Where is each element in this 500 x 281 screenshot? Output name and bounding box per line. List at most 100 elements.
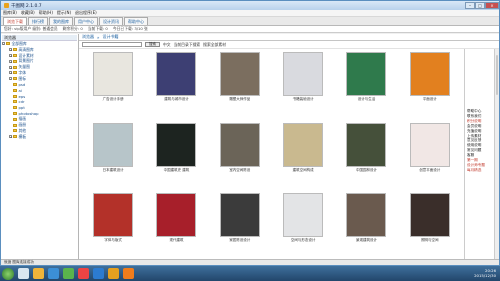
right-panel-link[interactable]: 客服 xyxy=(467,153,493,157)
thumbnail-image[interactable] xyxy=(283,122,324,167)
expand-icon[interactable]: + xyxy=(9,71,13,75)
thumbnail-image[interactable] xyxy=(409,52,450,96)
thumbnail-image[interactable] xyxy=(219,122,260,167)
thumbnail-item[interactable]: 家居陈设设计 xyxy=(210,193,270,262)
right-panel-link[interactable]: 每月精选 xyxy=(467,168,493,172)
thumbnail-image[interactable] xyxy=(156,193,197,238)
thumbnail-image[interactable] xyxy=(283,193,324,238)
tab-user-center[interactable]: 用户中心 xyxy=(74,17,98,25)
thumbnail-caption[interactable]: 现代建筑 xyxy=(169,238,183,243)
menu-item-tips[interactable]: 提示(N) xyxy=(57,10,71,16)
thumbnail-caption[interactable]: 设计与生活 xyxy=(358,97,376,102)
thumbnail-item[interactable]: 平面设计 xyxy=(400,52,460,121)
right-panel-link[interactable]: 第一期 xyxy=(467,158,493,162)
expand-icon[interactable]: + xyxy=(9,53,13,57)
thumbnail-image[interactable] xyxy=(409,193,450,238)
taskbar-app-icon[interactable] xyxy=(63,268,74,279)
scrollbar-thumb[interactable] xyxy=(496,55,498,95)
thumbnail-image[interactable] xyxy=(283,52,324,96)
search-option-chinese[interactable]: 中文 xyxy=(163,42,171,48)
thumbnail-image[interactable] xyxy=(93,52,134,96)
thumbnail-item[interactable]: 照明与空间 xyxy=(400,193,460,262)
thumbnail-caption[interactable]: 字体与版式 xyxy=(104,238,122,243)
taskbar-app-icon[interactable] xyxy=(123,268,134,279)
thumbnail-item[interactable]: 书籍装帧设计 xyxy=(273,52,333,121)
thumbnail-image[interactable] xyxy=(93,193,134,238)
right-panel-link[interactable]: 常见问题 xyxy=(467,148,493,152)
thumbnail-caption[interactable]: 日本建筑设计 xyxy=(103,168,124,173)
thumbnail-caption[interactable]: 景观建筑设计 xyxy=(356,238,377,243)
collapse-icon[interactable]: - xyxy=(9,77,12,81)
thumbnail-caption[interactable]: 书籍装帧设计 xyxy=(293,97,314,102)
close-button[interactable]: × xyxy=(485,2,499,9)
thumbnail-item[interactable]: 中国园林设计 xyxy=(336,122,396,192)
thumbnail-image[interactable] xyxy=(93,122,134,167)
taskbar-app-icon[interactable] xyxy=(48,268,59,279)
tab-design-news[interactable]: 设计资讯 xyxy=(99,17,123,25)
thumbnail-image[interactable] xyxy=(346,122,387,167)
thumbnail-image[interactable] xyxy=(409,122,450,167)
taskbar-app-icon[interactable] xyxy=(33,268,44,279)
tree-node[interactable]: + 模板 xyxy=(2,134,77,140)
thumbnail-caption[interactable]: 创意平面设计 xyxy=(419,168,440,173)
thumbnail-item[interactable]: 建筑空间构成 xyxy=(273,122,333,192)
thumbnail-item[interactable]: 建筑与城市设计 xyxy=(146,52,206,121)
thumbnail-image[interactable] xyxy=(219,52,260,96)
thumbnail-item[interactable]: 字体与版式 xyxy=(83,193,143,262)
menu-item-help[interactable]: 帮助(H) xyxy=(39,10,53,16)
thumbnail-item[interactable]: 创意平面设计 xyxy=(400,122,460,192)
right-panel-link[interactable]: 设计师专题 xyxy=(467,163,493,167)
start-button[interactable] xyxy=(2,267,14,280)
taskbar-app-icon[interactable] xyxy=(93,268,104,279)
thumbnail-item[interactable]: 空间与形态设计 xyxy=(273,193,333,262)
thumbnail-item[interactable]: 中国建筑史 建筑 xyxy=(146,122,206,192)
thumbnail-caption[interactable]: 照明与空间 xyxy=(421,238,439,243)
thumbnail-item[interactable]: 现代建筑 xyxy=(146,193,206,262)
taskbar-clock[interactable]: 20:26 2015/12/30 xyxy=(474,268,496,278)
breadcrumb-root[interactable]: 浏览器 xyxy=(82,34,94,40)
search-button[interactable]: 搜索 xyxy=(145,42,160,47)
tab-help-center[interactable]: 帮助中心 xyxy=(124,17,148,25)
thumbnail-caption[interactable]: 建筑与城市设计 xyxy=(164,97,189,102)
thumbnail-image[interactable] xyxy=(346,193,387,238)
right-panel-link[interactable]: 联系我们 xyxy=(467,114,493,118)
thumbnail-caption[interactable]: 雕塑大师作品 xyxy=(229,97,250,102)
thumbnail-image[interactable] xyxy=(156,122,197,167)
thumbnail-image[interactable] xyxy=(346,52,387,96)
expand-icon[interactable]: + xyxy=(9,65,13,69)
thumbnail-item[interactable]: 雕塑大师作品 xyxy=(210,52,270,121)
taskbar-app-icon[interactable] xyxy=(18,268,29,279)
thumbnail-caption[interactable]: 中国园林设计 xyxy=(356,168,377,173)
menu-item-favorites[interactable]: 收藏(B) xyxy=(21,10,35,16)
thumbnail-item[interactable]: 景观建筑设计 xyxy=(336,193,396,262)
maximize-button[interactable]: □ xyxy=(475,2,485,9)
thumbnail-image[interactable] xyxy=(156,52,197,96)
breadcrumb-current[interactable]: 设计书籍 xyxy=(102,34,118,40)
menu-item-exit[interactable]: 退出程序(E) xyxy=(75,10,97,16)
tab-ranking[interactable]: 排行榜 xyxy=(28,17,48,25)
right-panel-link[interactable]: 充值说明 xyxy=(467,129,493,133)
tab-my-gallery[interactable]: 我的图库 xyxy=(49,17,73,25)
expand-icon[interactable]: + xyxy=(9,59,13,63)
taskbar-app-icon[interactable] xyxy=(78,268,89,279)
thumbnail-item[interactable]: 设计与生活 xyxy=(336,52,396,121)
minimize-button[interactable]: – xyxy=(465,2,475,9)
thumbnail-caption[interactable]: 空间与形态设计 xyxy=(291,238,316,243)
search-input[interactable] xyxy=(82,42,142,47)
search-option-all[interactable]: 搜索全部素材 xyxy=(203,42,226,48)
taskbar-app-icon[interactable] xyxy=(108,268,119,279)
expand-icon[interactable]: + xyxy=(9,135,13,139)
vertical-scrollbar[interactable] xyxy=(494,49,499,265)
tab-browse[interactable]: 浏览下载 xyxy=(3,17,27,25)
menu-item-gallery[interactable]: 图库(B) xyxy=(3,10,17,16)
collapse-icon[interactable]: - xyxy=(2,42,5,46)
search-option-current-dir[interactable]: 当前目录下搜索 xyxy=(174,42,201,48)
thumbnail-item[interactable]: 广告设计手册 xyxy=(83,52,143,121)
thumbnail-caption[interactable]: 建筑空间构成 xyxy=(293,168,314,173)
right-panel-link[interactable]: 积分说明 xyxy=(467,119,493,123)
thumbnail-caption[interactable]: 中国建筑史 建筑 xyxy=(164,168,190,173)
right-panel-link[interactable]: 帮助中心 xyxy=(467,109,493,113)
thumbnail-item[interactable]: 日本建筑设计 xyxy=(83,122,143,192)
thumbnail-caption[interactable]: 室内空间陈设 xyxy=(229,168,250,173)
thumbnail-caption[interactable]: 家居陈设设计 xyxy=(229,238,250,243)
